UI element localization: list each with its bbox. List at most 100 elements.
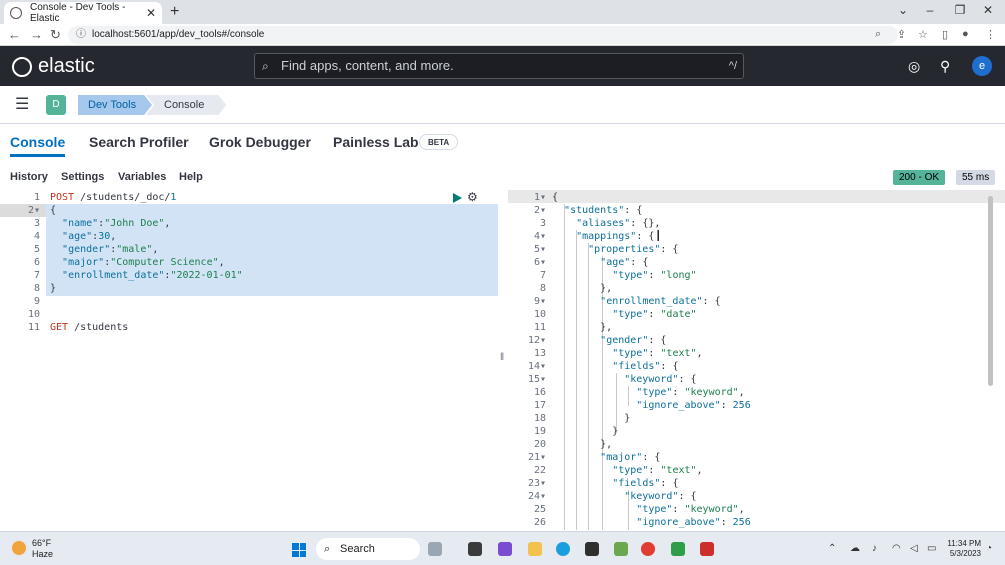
- browser-tab-title: Console - Dev Tools - Elastic: [30, 2, 126, 24]
- line-number: 8: [33, 283, 40, 294]
- wrench-icon[interactable]: ⚙: [467, 190, 478, 204]
- url-input[interactable]: ⓘ localhost:5601/app/dev_tools#/console: [68, 26, 898, 44]
- news-feed-icon[interactable]: ⚲: [940, 58, 950, 75]
- minimize-icon[interactable]: –: [920, 3, 940, 17]
- start-button[interactable]: [292, 543, 306, 557]
- global-search-input[interactable]: ⌕ Find apps, content, and more. ^/: [254, 53, 744, 79]
- line-number: 11: [533, 322, 546, 333]
- close-tab-icon[interactable]: ✕: [146, 6, 156, 20]
- back-icon[interactable]: ←: [8, 27, 21, 42]
- breadcrumb-console: Console: [146, 95, 226, 115]
- menu-help[interactable]: Help: [179, 171, 203, 183]
- json-key: "fields": [612, 478, 661, 489]
- chevron-up-icon[interactable]: ⌃: [828, 543, 836, 554]
- json-number: 30: [98, 231, 111, 242]
- menu-variables[interactable]: Variables: [118, 171, 166, 183]
- line-number: 23▾: [527, 478, 546, 489]
- breadcrumb-dev-tools[interactable]: Dev Tools: [78, 95, 152, 115]
- code-line: }: [552, 413, 631, 424]
- browser-tab-strip: Console - Dev Tools - Elastic ✕ + ⌄ – ❐ …: [0, 0, 1005, 24]
- json-key: "type": [612, 270, 649, 281]
- maximize-icon[interactable]: ❐: [950, 3, 970, 17]
- address-bar-row: ← → ↻ ⓘ localhost:5601/app/dev_tools#/co…: [0, 24, 1005, 46]
- json-number: 1: [170, 192, 177, 203]
- terminal-app-icon[interactable]: [468, 542, 482, 556]
- code-line: "type": "keyword",: [636, 504, 745, 515]
- tab-search-icon[interactable]: ⌄: [893, 3, 913, 17]
- clock-time: 11:34 PM: [947, 539, 981, 548]
- json-key: "ignore_above": [636, 517, 721, 528]
- code-line: "fields": {: [612, 361, 679, 372]
- file-explorer-icon[interactable]: [528, 542, 542, 556]
- menu-hamburger-icon[interactable]: ☰: [15, 97, 29, 113]
- json-string: "keyword": [684, 387, 739, 398]
- code-line: },: [552, 322, 613, 333]
- volume-icon[interactable]: ◁: [910, 543, 918, 554]
- edge-app-icon[interactable]: [556, 542, 570, 556]
- line-number: 26: [533, 517, 546, 528]
- menu-history[interactable]: History: [10, 171, 48, 183]
- app-icon[interactable]: [585, 542, 599, 556]
- send-request-icon[interactable]: [453, 193, 462, 203]
- json-key: "type": [612, 465, 649, 476]
- battery-icon[interactable]: ▭: [927, 543, 936, 554]
- help-icon[interactable]: ◎: [908, 58, 920, 75]
- line-number: 22: [533, 465, 546, 476]
- response-scrollbar[interactable]: [988, 196, 993, 386]
- taskbar-search[interactable]: ⌕ Search: [316, 538, 420, 560]
- json-key: "type": [612, 348, 649, 359]
- profile-icon[interactable]: ●: [962, 28, 969, 40]
- new-tab-button[interactable]: +: [170, 2, 179, 22]
- user-avatar[interactable]: e: [972, 56, 992, 76]
- reload-icon[interactable]: ↻: [50, 27, 61, 43]
- json-string: "long": [660, 270, 697, 281]
- onedrive-icon[interactable]: ☁: [850, 543, 860, 554]
- json-key: "type": [636, 504, 673, 515]
- taskbar-clock[interactable]: 11:34 PM 5/3/2023: [945, 539, 981, 559]
- code-line: },: [552, 283, 613, 294]
- app-icon[interactable]: [614, 542, 628, 556]
- tab-console[interactable]: Console: [10, 134, 66, 157]
- code-line: "ignore_above": 256: [636, 517, 751, 528]
- resize-handle-icon[interactable]: ‖: [500, 352, 504, 363]
- task-view-icon[interactable]: [428, 542, 442, 556]
- elastic-logo[interactable]: elastic: [12, 55, 95, 78]
- share-icon[interactable]: ⇪: [897, 28, 906, 41]
- wifi-icon[interactable]: ◠: [892, 543, 901, 554]
- json-key: "ignore_above": [636, 400, 721, 411]
- browser-menu-icon[interactable]: ⋮: [985, 28, 996, 41]
- pane-resizer[interactable]: ‖: [498, 190, 508, 530]
- tab-search-profiler[interactable]: Search Profiler: [89, 134, 189, 150]
- weather-temp: 66°F: [32, 538, 52, 548]
- microphone-icon[interactable]: ♪: [872, 543, 877, 554]
- teams-app-icon[interactable]: [498, 542, 512, 556]
- status-badge: 200 - OK: [893, 170, 946, 185]
- bookmark-star-icon[interactable]: ☆: [918, 28, 928, 41]
- site-info-icon[interactable]: ⓘ: [76, 26, 86, 44]
- code-line: },: [552, 439, 613, 450]
- side-panel-icon[interactable]: ▯: [942, 28, 948, 41]
- json-string: "date": [660, 309, 697, 320]
- line-number: 25: [533, 504, 546, 515]
- tab-grok-debugger[interactable]: Grok Debugger: [209, 134, 311, 150]
- json-key: "keyword": [624, 491, 679, 502]
- close-window-icon[interactable]: ✕: [978, 3, 998, 17]
- line-number: 19: [533, 426, 546, 437]
- code-line: "mappings": {: [576, 231, 655, 242]
- menu-settings[interactable]: Settings: [61, 171, 104, 183]
- app-icon[interactable]: [671, 542, 685, 556]
- request-editor[interactable]: 1 POST /students/_doc/1 2▾ {3 "name":"John…: [0, 190, 498, 530]
- tab-painless-lab[interactable]: Painless Lab: [333, 134, 419, 150]
- notification-icon[interactable]: ◔: [986, 543, 992, 554]
- line-number: 9: [33, 296, 40, 307]
- forward-icon[interactable]: →: [30, 27, 43, 42]
- app-icon[interactable]: [700, 542, 714, 556]
- beta-badge: BETA: [419, 134, 459, 150]
- code-line: "type": "date": [612, 309, 697, 320]
- space-avatar[interactable]: D: [46, 95, 66, 115]
- response-viewer[interactable]: 1▾ {2▾ "students": {3 "aliases": {}, 4▾ "m…: [508, 190, 1005, 530]
- browser-tab[interactable]: Console - Dev Tools - Elastic ✕: [4, 2, 162, 24]
- code-line: "major":"Computer Science",: [62, 257, 225, 268]
- chrome-app-icon[interactable]: [641, 542, 655, 556]
- zoom-icon[interactable]: ⌕: [875, 28, 881, 41]
